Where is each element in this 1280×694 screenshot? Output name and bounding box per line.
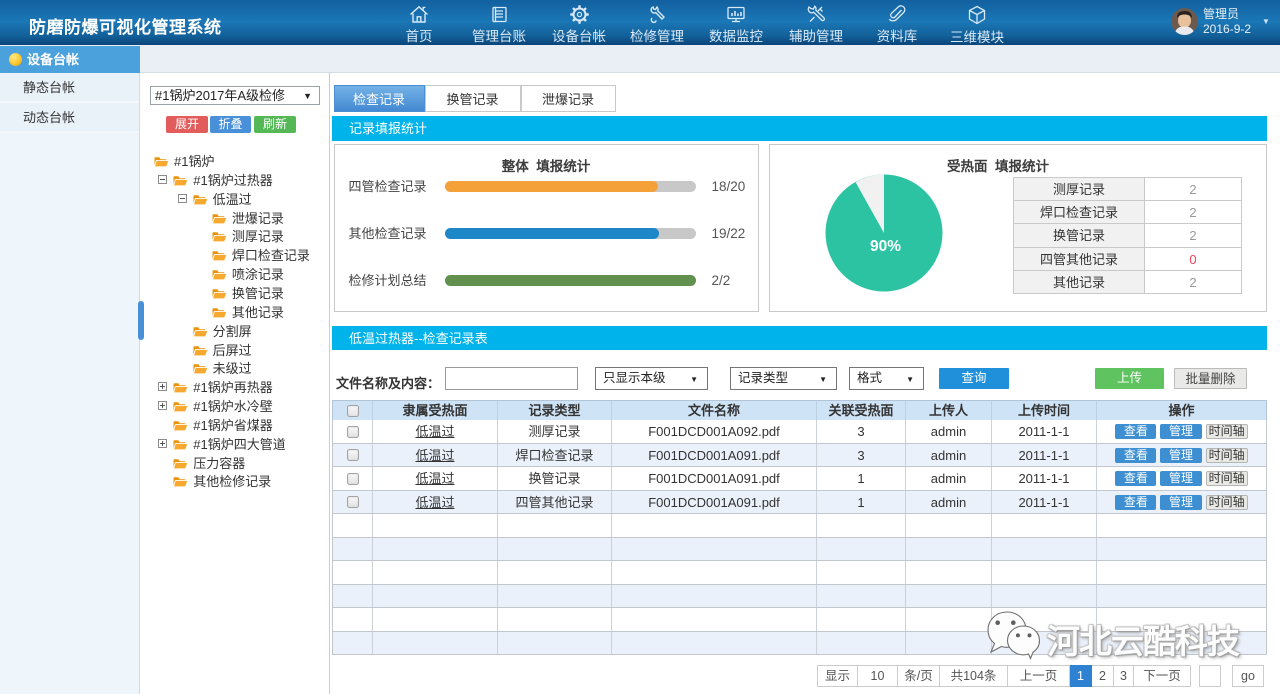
svg-text:90%: 90% [870, 238, 901, 255]
